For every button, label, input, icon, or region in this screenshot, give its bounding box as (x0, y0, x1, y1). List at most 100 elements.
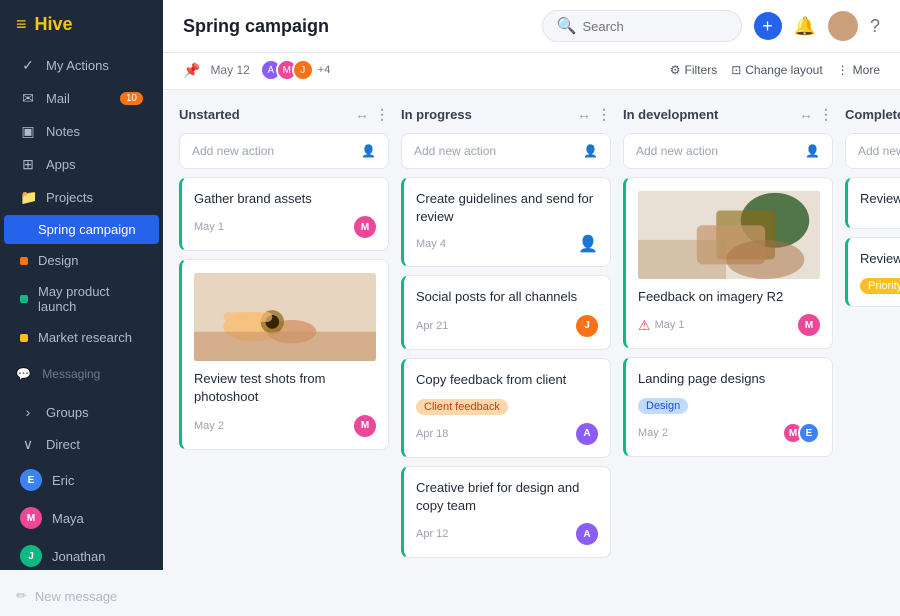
sidebar-item-label: Jonathan (52, 549, 106, 564)
sidebar-item-may-product-launch[interactable]: May product launch (4, 277, 159, 321)
design-badge: Design (638, 398, 688, 414)
sidebar-item-label: Design (38, 253, 78, 268)
search-bar[interactable]: 🔍 (542, 10, 742, 42)
card-avatar: A (576, 523, 598, 545)
page-title: Spring campaign (183, 16, 530, 37)
mail-badge: 10 (120, 92, 143, 105)
sidebar-item-market-research[interactable]: Market research (4, 323, 159, 352)
more-icon[interactable]: ⋮ (819, 106, 833, 123)
sidebar-item-user-maya[interactable]: M Maya (4, 500, 159, 536)
page-header: Spring campaign 🔍 + 🔔 ? (163, 0, 900, 53)
sidebar: ≡ Hive ✓ My Actions ✉ Mail 10 ▣ Notes ⊞ … (0, 0, 163, 570)
sidebar-item-notes[interactable]: ▣ Notes (4, 116, 159, 147)
card-date: May 2 (194, 420, 224, 432)
sidebar-item-user-jonathan[interactable]: J Jonathan (4, 538, 159, 574)
new-message-label: New message (35, 589, 117, 604)
sidebar-item-messaging[interactable] (4, 381, 159, 395)
card-title: Creative brief for design and copy team (416, 479, 598, 515)
add-action-row[interactable]: Add new action 👤 (179, 133, 389, 169)
add-button[interactable]: + (754, 12, 782, 40)
sidebar-item-label: Spring campaign (38, 222, 136, 237)
logo-icon: ≡ (16, 14, 27, 35)
search-input[interactable] (582, 19, 722, 34)
bell-icon[interactable]: 🔔 (794, 16, 816, 37)
search-icon: 🔍 (557, 16, 577, 36)
card-avatar: M (354, 415, 376, 437)
checkmark-icon: ✓ (20, 57, 36, 74)
sidebar-item-groups[interactable]: › Groups (4, 397, 159, 427)
column-actions: ↔ ⋮ (799, 106, 833, 123)
card-gather-brand-assets[interactable]: Gather brand assets May 1 M (179, 177, 389, 251)
more-icon[interactable]: ⋮ (375, 106, 389, 123)
sidebar-item-projects[interactable]: 📁 Projects (4, 182, 159, 213)
project-dot (20, 257, 28, 265)
card-avatar: J (576, 315, 598, 337)
new-message-button[interactable]: ✏ New message (0, 575, 163, 616)
card-date: Apr 12 (416, 528, 448, 540)
sidebar-item-apps[interactable]: ⊞ Apps (4, 149, 159, 180)
logo-text: Hive (35, 14, 73, 35)
card-creative-brief[interactable]: Creative brief for design and copy team … (401, 466, 611, 558)
pin-icon: 📌 (183, 62, 200, 79)
apps-icon: ⊞ (20, 156, 36, 173)
card-landing-page[interactable]: Landing page designs Design May 2 M E (623, 357, 833, 457)
change-layout-button[interactable]: ⊡ Change layout (731, 63, 822, 77)
card-review-co[interactable]: Review co... (845, 177, 900, 229)
sidebar-item-direct[interactable]: ∨ Direct (4, 429, 159, 460)
card-copy-feedback[interactable]: Copy feedback from client Client feedbac… (401, 358, 611, 458)
priority-badge: Priority (860, 278, 900, 294)
column-unstarted: Unstarted ↔ ⋮ Add new action 👤 Gather br… (179, 106, 389, 458)
add-action-label: Add new action (414, 144, 496, 158)
sidebar-item-mail[interactable]: ✉ Mail 10 (4, 83, 159, 114)
card-review-test-shots[interactable]: Review test shots from photoshoot May 2 … (179, 259, 389, 449)
card-feedback-imagery[interactable]: Feedback on imagery R2 ⚠ May 1 M (623, 177, 833, 349)
card-date: May 1 (655, 319, 685, 331)
card-create-guidelines[interactable]: Create guidelines and send for review Ma… (401, 177, 611, 267)
card-title: Copy feedback from client (416, 371, 598, 389)
sidebar-item-label: Eric (52, 473, 74, 488)
more-button[interactable]: ⋮ More (837, 63, 880, 77)
messaging-label: Messaging (42, 367, 100, 381)
card-title: Review co... (860, 190, 900, 208)
add-action-row[interactable]: Add new action 👤 (401, 133, 611, 169)
member-avatars: A M J +4 (260, 59, 331, 81)
user-avatar[interactable] (828, 11, 858, 41)
column-in-development: In development ↔ ⋮ Add new action 👤 (623, 106, 833, 465)
sidebar-item-label: My Actions (46, 58, 109, 73)
card-footer: Apr 12 A (416, 523, 598, 545)
card-title: Review te... (860, 250, 900, 268)
sidebar-item-my-actions[interactable]: ✓ My Actions (4, 50, 159, 81)
filters-button[interactable]: ⚙ Filters (670, 63, 717, 77)
expand-icon[interactable]: ↔ (577, 106, 591, 123)
help-icon[interactable]: ? (870, 16, 880, 37)
filter-icon: ⚙ (670, 63, 681, 77)
person-icon: 👤 (361, 144, 376, 158)
sidebar-item-design[interactable]: Design (4, 246, 159, 275)
avatar: J (292, 59, 314, 81)
sidebar-item-label: Market research (38, 330, 132, 345)
client-feedback-badge: Client feedback (416, 399, 508, 415)
column-header: Complete ↔ ⋮ (845, 106, 900, 133)
column-header: Unstarted ↔ ⋮ (179, 106, 389, 133)
avatar: E (20, 469, 42, 491)
sidebar-item-user-eric[interactable]: E Eric (4, 462, 159, 498)
expand-icon[interactable]: ↔ (799, 106, 813, 123)
more-icon[interactable]: ⋮ (597, 106, 611, 123)
add-action-row[interactable]: Add new a... (845, 133, 900, 169)
card-footer: May 1 M (194, 216, 376, 238)
sub-header: 📌 May 12 A M J +4 ⚙ Filters ⊡ Change lay… (163, 53, 900, 90)
warning-icon: ⚠ (638, 317, 651, 334)
column-actions: ↔ ⋮ (355, 106, 389, 123)
card-review-te[interactable]: Review te... Priority (845, 237, 900, 307)
expand-icon[interactable]: ↔ (355, 106, 369, 123)
sidebar-item-label: Groups (46, 405, 89, 420)
sidebar-item-label: Apps (46, 157, 76, 172)
card-social-posts[interactable]: Social posts for all channels Apr 21 J (401, 275, 611, 349)
column-title: In progress (401, 107, 472, 122)
column-header: In progress ↔ ⋮ (401, 106, 611, 133)
card-title: Review test shots from photoshoot (194, 370, 376, 406)
sidebar-item-spring-campaign[interactable]: Spring campaign (4, 215, 159, 244)
column-title: Unstarted (179, 107, 240, 122)
add-action-row[interactable]: Add new action 👤 (623, 133, 833, 169)
project-dot (20, 334, 28, 342)
